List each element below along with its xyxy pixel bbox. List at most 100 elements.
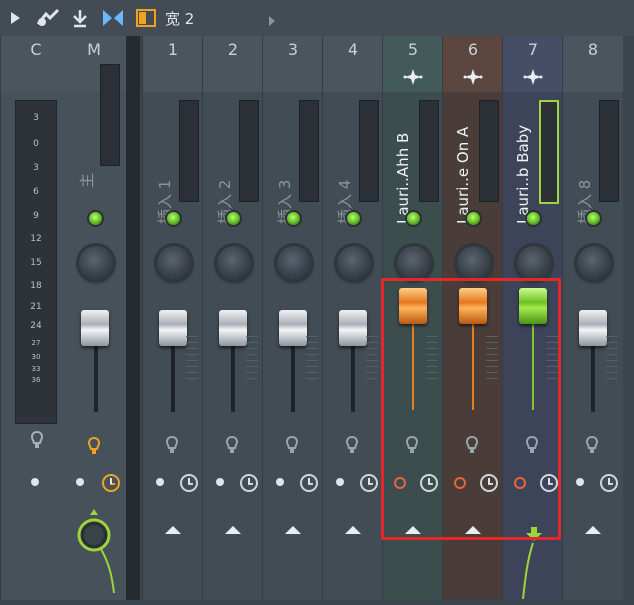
insert-enable-led[interactable] — [227, 212, 240, 225]
insert-strip[interactable]: 8 插入 8 — [562, 36, 623, 600]
insert-strip[interactable]: 6 Lauri..e On A — [442, 36, 503, 600]
route-tool-icon[interactable] — [36, 8, 60, 28]
insert-name-label[interactable]: 插入 8 — [571, 104, 594, 224]
insert-bulb-icon[interactable] — [525, 435, 539, 460]
insert-enable-led[interactable] — [527, 212, 540, 225]
insert-clock-icon[interactable] — [600, 474, 618, 492]
insert-send-dot[interactable] — [336, 478, 344, 486]
insert-header[interactable]: 7 — [503, 36, 563, 92]
insert-volume-fader[interactable] — [339, 310, 367, 346]
insert-send-dot[interactable] — [276, 478, 284, 486]
master-route-knob[interactable] — [76, 505, 116, 599]
insert-name-label[interactable]: 插入 1 — [151, 104, 174, 224]
route-up-arrow-icon[interactable] — [225, 526, 241, 534]
insert-clock-icon[interactable] — [480, 474, 498, 492]
insert-pan-knob[interactable] — [217, 246, 251, 280]
sparkle-route-icon[interactable] — [522, 69, 544, 85]
insert-enable-led[interactable] — [467, 212, 480, 225]
route-up-arrow-icon[interactable] — [465, 526, 481, 534]
insert-strip[interactable]: 3 插入 3 — [262, 36, 323, 600]
insert-name-label[interactable]: 插入 4 — [331, 104, 354, 224]
insert-strip[interactable]: 5 Lauri..Ahh B — [382, 36, 443, 600]
insert-header[interactable]: 4 — [323, 36, 383, 92]
route-up-arrow-icon[interactable] — [165, 526, 181, 534]
insert-bulb-icon[interactable] — [165, 435, 179, 460]
insert-volume-fader[interactable] — [519, 288, 547, 324]
right-chevron-icon[interactable] — [268, 11, 276, 30]
panel-layout-icon[interactable] — [136, 8, 156, 28]
route-up-arrow-icon[interactable] — [585, 526, 601, 534]
insert-vu-meter — [479, 100, 499, 202]
insert-bulb-icon[interactable] — [465, 435, 479, 460]
insert-enable-led[interactable] — [287, 212, 300, 225]
master-send-dot[interactable] — [76, 478, 84, 486]
insert-strip[interactable]: 7 Lauri..b Baby — [502, 36, 563, 600]
insert-strip[interactable]: 1 插入 1 — [142, 36, 203, 600]
merge-icon[interactable] — [70, 8, 90, 28]
insert-strip[interactable]: 2 插入 2 — [202, 36, 263, 600]
insert-clock-icon[interactable] — [360, 474, 378, 492]
route-up-arrow-icon[interactable] — [285, 526, 301, 534]
insert-header[interactable]: 3 — [263, 36, 323, 92]
route-up-arrow-icon[interactable] — [345, 526, 361, 534]
insert-name-label[interactable]: Lauri..e On A — [451, 104, 473, 224]
insert-volume-fader[interactable] — [459, 288, 487, 324]
insert-volume-fader[interactable] — [279, 310, 307, 346]
insert-clock-icon[interactable] — [420, 474, 438, 492]
insert-bulb-icon[interactable] — [585, 435, 599, 460]
insert-pan-knob[interactable] — [457, 246, 491, 280]
insert-send-dot[interactable] — [216, 478, 224, 486]
insert-pan-knob[interactable] — [577, 246, 611, 280]
insert-bulb-icon[interactable] — [405, 435, 419, 460]
insert-strip[interactable]: 4 插入 4 — [322, 36, 383, 600]
insert-enable-led[interactable] — [347, 212, 360, 225]
insert-volume-fader[interactable] — [159, 310, 187, 346]
insert-volume-fader[interactable] — [219, 310, 247, 346]
insert-header[interactable]: 8 — [563, 36, 623, 92]
insert-volume-fader[interactable] — [399, 288, 427, 324]
insert-bulb-icon[interactable] — [225, 435, 239, 460]
insert-pan-knob[interactable] — [157, 246, 191, 280]
insert-bulb-icon[interactable] — [285, 435, 299, 460]
insert-header[interactable]: 1 — [143, 36, 203, 92]
insert-clock-icon[interactable] — [240, 474, 258, 492]
insert-bulb-icon[interactable] — [345, 435, 359, 460]
route-up-arrow-icon[interactable] — [405, 526, 421, 534]
insert-clock-icon[interactable] — [180, 474, 198, 492]
current-send-dot[interactable] — [31, 478, 39, 486]
insert-name-label[interactable]: 插入 2 — [211, 104, 234, 224]
bowtie-icon[interactable] — [102, 8, 124, 28]
sparkle-route-icon[interactable] — [402, 69, 424, 85]
insert-send-ring[interactable] — [454, 477, 466, 489]
master-volume-fader[interactable] — [81, 310, 109, 346]
insert-clock-icon[interactable] — [540, 474, 558, 492]
insert-pan-knob[interactable] — [517, 246, 551, 280]
insert-header[interactable]: 2 — [203, 36, 263, 92]
insert-volume-fader[interactable] — [579, 310, 607, 346]
strip-divider[interactable] — [126, 36, 140, 600]
master-bulb-icon[interactable] — [87, 436, 101, 461]
insert-pan-knob[interactable] — [277, 246, 311, 280]
insert-name-label[interactable]: 插入 3 — [271, 104, 294, 224]
insert-enable-led[interactable] — [167, 212, 180, 225]
insert-pan-knob[interactable] — [337, 246, 371, 280]
insert-clock-icon[interactable] — [300, 474, 318, 492]
insert-enable-led[interactable] — [407, 212, 420, 225]
master-clock-icon[interactable] — [102, 474, 120, 492]
fader-scale — [186, 336, 198, 384]
insert-name-label[interactable]: Lauri..b Baby — [511, 104, 533, 224]
insert-send-ring[interactable] — [514, 477, 526, 489]
insert-send-dot[interactable] — [156, 478, 164, 486]
insert-header[interactable]: 5 — [383, 36, 443, 92]
insert-send-ring[interactable] — [394, 477, 406, 489]
insert-vu-meter — [539, 100, 559, 204]
sparkle-route-icon[interactable] — [462, 69, 484, 85]
master-pan-knob[interactable] — [79, 246, 113, 280]
insert-pan-knob[interactable] — [397, 246, 431, 280]
insert-enable-led[interactable] — [587, 212, 600, 225]
play-arrow-icon[interactable] — [8, 8, 22, 28]
insert-header[interactable]: 6 — [443, 36, 503, 92]
insert-send-dot[interactable] — [576, 478, 584, 486]
insert-name-label[interactable]: Lauri..Ahh B — [391, 104, 413, 224]
master-enable-led[interactable] — [89, 212, 102, 225]
